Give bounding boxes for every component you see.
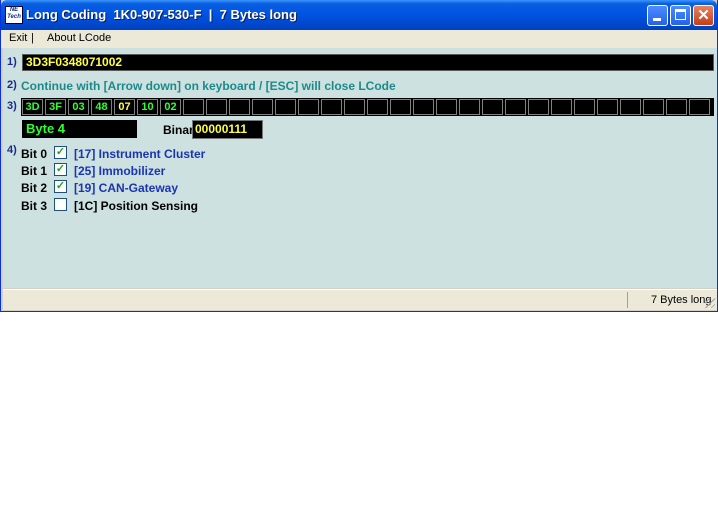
byte-cell[interactable] [321, 99, 342, 115]
title-bar[interactable]: NE Tech Long Coding 1K0-907-530-F | 7 By… [1, 0, 717, 30]
menu-about-lcode[interactable]: About LCode [47, 32, 111, 44]
section-number-3: 3) [7, 100, 17, 112]
bit-row-1: Bit 1 ✓ [25] Immobilizer [21, 163, 321, 179]
bit-row-2: Bit 2 ✓ [19] CAN-Gateway [21, 180, 321, 196]
byte-cell[interactable]: 07 [114, 99, 135, 115]
byte-cell[interactable] [689, 99, 710, 115]
bit-label: [17] Instrument Cluster [74, 147, 206, 161]
byte-cells-row: 3D 3F 03 48 07 10 02 [21, 98, 714, 116]
menu-separator: | [31, 32, 34, 44]
bit-name: Bit 1 [21, 164, 48, 178]
byte-cell[interactable] [436, 99, 457, 115]
byte-cell[interactable] [344, 99, 365, 115]
binary-value-field: 00000111 [192, 120, 263, 139]
byte-cell[interactable]: 03 [68, 99, 89, 115]
maximize-icon [675, 9, 686, 20]
byte-cell[interactable] [666, 99, 687, 115]
app-icon[interactable]: NE Tech [5, 6, 23, 24]
bit-checkbox-0[interactable]: ✓ [54, 146, 67, 159]
byte-cell[interactable] [298, 99, 319, 115]
byte-cell[interactable]: 48 [91, 99, 112, 115]
byte-cell[interactable] [413, 99, 434, 115]
byte-cell[interactable]: 3F [45, 99, 66, 115]
status-separator [627, 292, 628, 308]
bit-label: [25] Immobilizer [74, 164, 166, 178]
byte-cell[interactable] [206, 99, 227, 115]
byte-cell[interactable] [574, 99, 595, 115]
resize-grip-icon[interactable] [705, 298, 715, 308]
menu-exit[interactable]: Exit [9, 32, 27, 44]
byte-cell[interactable]: 10 [137, 99, 158, 115]
byte-cell[interactable] [183, 99, 204, 115]
bit-checkbox-2[interactable]: ✓ [54, 180, 67, 193]
byte-cell[interactable] [367, 99, 388, 115]
byte-cell[interactable] [528, 99, 549, 115]
bit-row-3: Bit 3 [1C] Position Sensing [21, 198, 321, 214]
bit-label: [1C] Position Sensing [74, 199, 199, 213]
bit-name: Bit 0 [21, 147, 48, 161]
window-title: Long Coding 1K0-907-530-F | 7 Bytes long [26, 7, 297, 22]
byte-cell[interactable] [620, 99, 641, 115]
minimize-button[interactable] [647, 5, 668, 26]
byte-cell[interactable] [643, 99, 664, 115]
menu-bar: Exit | About LCode [1, 30, 717, 48]
section-number-1: 1) [7, 56, 17, 68]
byte-cell[interactable]: 02 [160, 99, 181, 115]
main-panel: 1) 3D3F0348071002 2) Continue with [Arro… [3, 48, 717, 288]
byte-cell[interactable] [597, 99, 618, 115]
byte-cell[interactable] [252, 99, 273, 115]
status-bar: 7 Bytes long [3, 289, 717, 310]
bit-row-0: Bit 0 ✓ [17] Instrument Cluster [21, 146, 321, 162]
coding-value-field[interactable]: 3D3F0348071002 [22, 54, 714, 71]
lcode-window: NE Tech Long Coding 1K0-907-530-F | 7 By… [0, 0, 718, 312]
byte-cell[interactable] [275, 99, 296, 115]
close-icon: ✕ [697, 7, 710, 24]
selected-byte-label: Byte 4 [22, 120, 137, 138]
bit-name: Bit 2 [21, 181, 48, 195]
byte-cell[interactable] [551, 99, 572, 115]
byte-cell[interactable] [505, 99, 526, 115]
close-button[interactable]: ✕ [693, 5, 714, 26]
section-number-2: 2) [7, 79, 17, 91]
bit-name: Bit 3 [21, 199, 48, 213]
status-text: 7 Bytes long [651, 294, 712, 306]
bit-label: [19] CAN-Gateway [74, 181, 179, 195]
byte-cell[interactable] [482, 99, 503, 115]
maximize-button[interactable] [670, 5, 691, 26]
byte-cell[interactable]: 3D [22, 99, 43, 115]
section-number-4: 4) [7, 144, 17, 156]
bit-checkbox-3[interactable] [54, 198, 67, 211]
byte-cell[interactable] [459, 99, 480, 115]
minimize-icon [653, 18, 661, 21]
byte-cell[interactable] [229, 99, 250, 115]
instruction-text: Continue with [Arrow down] on keyboard /… [21, 79, 396, 93]
byte-cell[interactable] [390, 99, 411, 115]
bit-checkbox-1[interactable]: ✓ [54, 163, 67, 176]
